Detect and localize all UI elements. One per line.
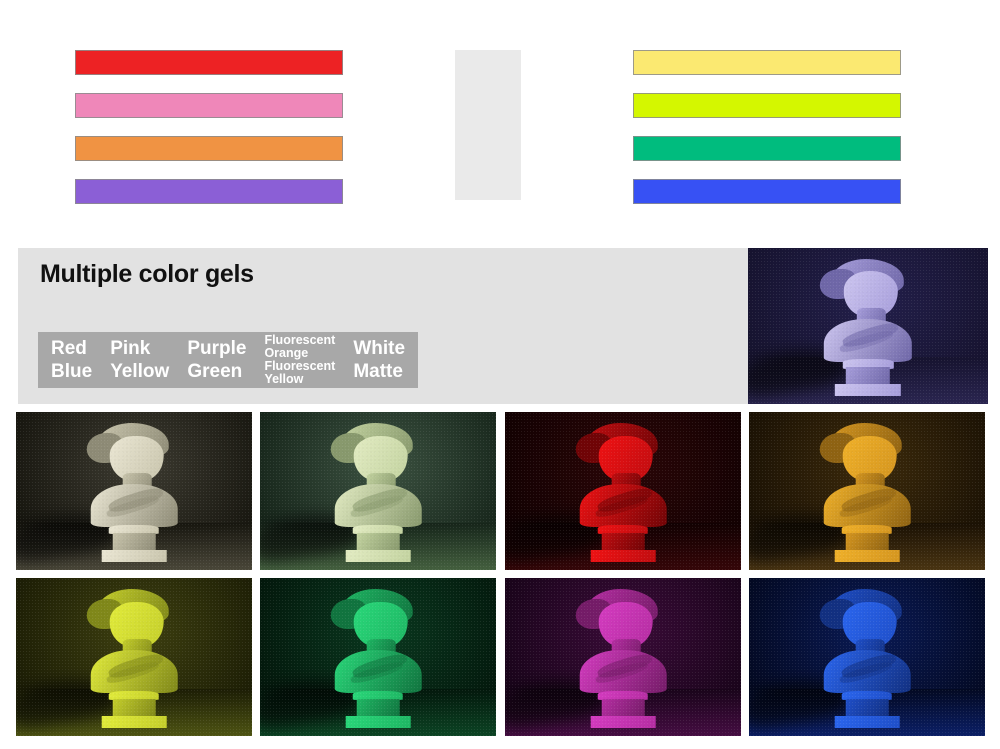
photo-purple-gel[interactable]	[748, 248, 988, 404]
gel-color-legend: Red Blue Pink Yellow Purple Green Fluorescent O…	[38, 332, 419, 388]
bust-plinth-base	[834, 383, 902, 397]
fluorescent-orange-swatch	[75, 136, 343, 161]
color-gel-swatch-band	[0, 0, 1000, 235]
bust-sculpture	[813, 589, 922, 729]
photo-green-gel[interactable]	[260, 578, 496, 736]
bust-plinth-mid	[845, 367, 891, 386]
bust-sculpture	[324, 423, 433, 563]
swatch-column-right	[633, 50, 901, 204]
bust-sculpture	[80, 423, 189, 563]
fluorescent-yellow-swatch	[633, 93, 901, 118]
legend-group-1: Pink Yellow	[101, 334, 178, 386]
bust-plinth-base	[834, 549, 900, 563]
legend-group-2: Purple Green	[178, 334, 255, 386]
bust-plinth-mid	[601, 698, 645, 717]
photo-white-gel[interactable]	[16, 412, 252, 570]
bust-sculpture	[813, 423, 922, 563]
white-matte-swatch	[455, 50, 521, 200]
bust-plinth-base	[101, 715, 167, 729]
legend-group-3: Fluorescent Orange Fluorescent Yellow	[255, 334, 344, 386]
photo-pink-gel[interactable]	[505, 578, 741, 736]
legend-label-matte: Matte	[353, 361, 403, 382]
photo-red-gel[interactable]	[505, 412, 741, 570]
legend-label-fluorescent-orange: Fluorescent Orange	[264, 333, 336, 360]
photo-matte-gel[interactable]	[260, 412, 496, 570]
pink-swatch	[75, 93, 343, 118]
legend-label-purple: Purple	[187, 338, 247, 359]
page-title: Multiple color gels	[40, 260, 254, 288]
legend-label-fluorescent-yellow: Fluorescent Yellow	[264, 359, 336, 386]
bust-plinth-mid	[845, 698, 889, 717]
purple-swatch	[75, 179, 343, 204]
bust-sculpture	[569, 423, 678, 563]
photo-blue-gel[interactable]	[749, 578, 985, 736]
bust-sculpture	[569, 589, 678, 729]
bust-plinth-mid	[112, 532, 156, 551]
photo-fluorescent-orange-gel[interactable]	[749, 412, 985, 570]
bust-plinth-base	[590, 549, 656, 563]
legend-group-4: White Matte	[344, 334, 414, 386]
bust-plinth-base	[101, 549, 167, 563]
blue-swatch	[633, 179, 901, 204]
bust-plinth-base	[345, 715, 411, 729]
bust-sculpture	[324, 589, 433, 729]
bust-plinth-mid	[112, 698, 156, 717]
bust-plinth-mid	[356, 698, 400, 717]
swatch-column-left	[75, 50, 343, 204]
yellow-swatch	[633, 50, 901, 75]
legend-label-white: White	[353, 338, 406, 359]
bust-plinth-base	[834, 715, 900, 729]
bust-plinth-mid	[356, 532, 400, 551]
legend-group-0: Red Blue	[42, 334, 101, 386]
bust-sculpture	[80, 589, 189, 729]
legend-label-red: Red	[51, 338, 87, 359]
green-swatch	[633, 136, 901, 161]
red-swatch	[75, 50, 343, 75]
bust-plinth-mid	[601, 532, 645, 551]
bust-sculpture	[813, 258, 923, 397]
photo-fluorescent-yellow-gel[interactable]	[16, 578, 252, 736]
legend-label-pink: Pink	[110, 338, 151, 359]
bust-plinth-base	[590, 715, 656, 729]
bust-plinth-mid	[845, 532, 889, 551]
legend-label-green: Green	[187, 361, 243, 382]
legend-label-yellow: Yellow	[110, 361, 170, 382]
legend-label-blue: Blue	[51, 361, 93, 382]
bust-plinth-base	[345, 549, 411, 563]
